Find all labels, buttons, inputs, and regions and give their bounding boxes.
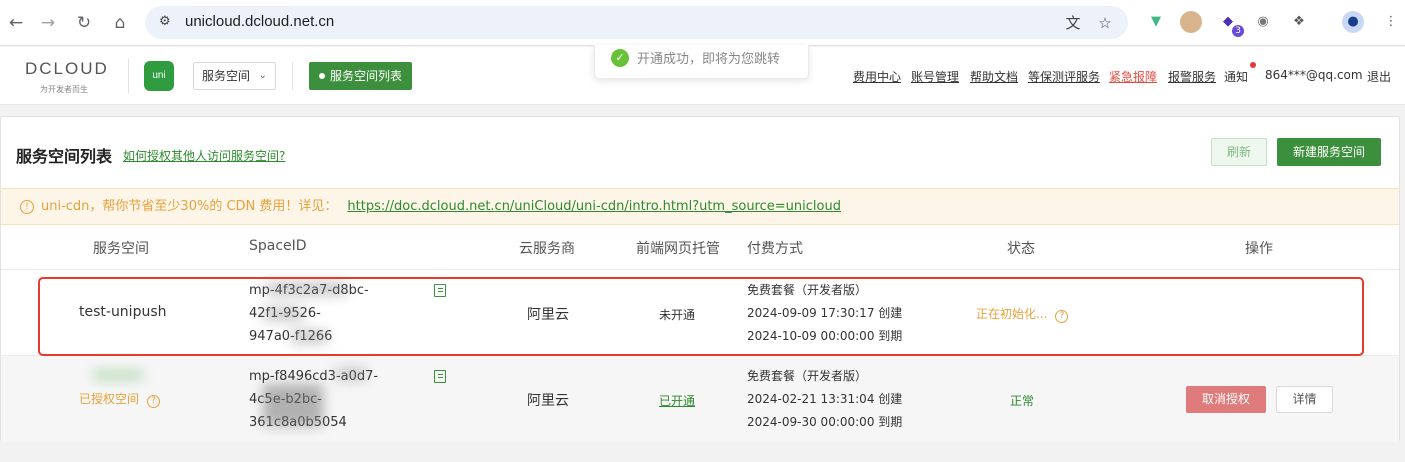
cdn-notice-banner: ! uni-cdn，帮你节省至少30%的 CDN 费用！详见： https://d… <box>1 188 1399 225</box>
logout-link[interactable]: 退出 <box>1367 68 1391 85</box>
redaction-blur <box>93 370 143 380</box>
col-header-provider: 云服务商 <box>519 241 575 257</box>
details-button[interactable]: 详情 <box>1276 386 1333 413</box>
extensions-puzzle-icon[interactable]: ❖ <box>1288 11 1310 33</box>
notice-doc-link[interactable]: https://doc.dcloud.net.cn/uniCloud/uni-c… <box>347 199 841 214</box>
header-divider <box>128 59 129 93</box>
redaction-blur <box>336 368 366 380</box>
service-space-select-label: 服务空间 <box>202 69 251 83</box>
avatar-extension-icon[interactable] <box>1180 11 1202 33</box>
billing-info: 免费套餐（开发者版） 2024-02-21 13:31:04 创建 2024-0… <box>747 369 903 429</box>
notify-link[interactable]: 通知 <box>1224 68 1248 85</box>
authorize-help-link[interactable]: 如何授权其他人访问服务空间? <box>123 147 285 164</box>
profile-icon[interactable]: ● <box>1342 11 1364 33</box>
unicloud-logo-icon[interactable]: uni <box>144 61 174 91</box>
check-circle-icon: ✓ <box>611 49 629 67</box>
site-info-icon[interactable]: ⚙ <box>159 14 175 30</box>
back-icon[interactable]: ← <box>4 11 28 35</box>
col-header-actions: 操作 <box>1245 241 1273 257</box>
notice-text: uni-cdn，帮你节省至少30%的 CDN 费用！详见： <box>41 199 338 214</box>
redaction-blur <box>263 384 323 426</box>
table-row: 已授权空间? mp-f8496cd3-a0d7- 4c5e-b2bc- 361c… <box>1 355 1399 442</box>
col-header-space: 服务空间 <box>93 241 149 257</box>
nav-security-assessment-link[interactable]: 等保测评服务 <box>1028 68 1100 85</box>
success-toast: ✓ 开通成功，即将为您跳转 <box>594 45 809 79</box>
col-header-status: 状态 <box>1007 241 1035 257</box>
copy-icon[interactable] <box>434 370 446 383</box>
reload-icon[interactable]: ↻ <box>72 11 96 35</box>
service-space-list-nav[interactable]: 服务空间列表 <box>309 62 412 90</box>
logo-tagline: 为开发者而生 <box>40 85 88 94</box>
nav-billing-link[interactable]: 费用中心 <box>853 68 901 85</box>
col-header-billing: 付费方式 <box>747 241 803 257</box>
chevron-down-icon: ⌄ <box>258 70 267 81</box>
header-divider <box>292 62 293 90</box>
col-header-spaceid: SpaceID <box>249 238 307 254</box>
question-icon[interactable]: ? <box>147 395 161 408</box>
notify-badge <box>1250 62 1256 68</box>
active-dot-icon <box>318 73 325 79</box>
toast-message: 开通成功，即将为您跳转 <box>637 52 781 67</box>
hosting-link[interactable]: 已开通 <box>659 392 695 409</box>
info-icon: ! <box>20 200 34 214</box>
cancel-authorization-button[interactable]: 取消授权 <box>1186 386 1266 413</box>
forward-icon[interactable]: → <box>36 11 60 35</box>
refresh-button[interactable]: 刷新 <box>1211 138 1267 166</box>
status-badge: 正常 <box>1010 394 1035 408</box>
page-title: 服务空间列表 <box>16 147 113 166</box>
address-bar[interactable]: ⚙ unicloud.dcloud.net.cn 文 ☆ <box>145 6 1128 39</box>
authorized-space-label: 已授权空间? <box>79 390 161 408</box>
nav-account-link[interactable]: 账号管理 <box>911 68 959 85</box>
account-email[interactable]: 864***@qq.com <box>1265 68 1363 82</box>
translate-icon[interactable]: 文 <box>1063 13 1083 33</box>
vue-devtools-icon[interactable]: ▼ <box>1145 11 1167 33</box>
provider: 阿里云 <box>527 393 569 409</box>
browser-toolbar: ← → ↻ ⌂ ⚙ unicloud.dcloud.net.cn 文 ☆ ▼ ◆… <box>0 0 1405 46</box>
bookmark-star-icon[interactable]: ☆ <box>1095 13 1115 33</box>
service-space-select[interactable]: 服务空间 ⌄ <box>193 62 276 90</box>
create-space-button[interactable]: 新建服务空间 <box>1277 138 1381 166</box>
highlight-annotation <box>38 277 1364 356</box>
camera-icon[interactable]: ◉ <box>1252 11 1274 33</box>
nav-alert-link[interactable]: 报警服务 <box>1168 68 1216 85</box>
menu-kebab-icon[interactable]: ⋮ <box>1380 11 1402 33</box>
col-header-hosting: 前端网页托管 <box>636 241 720 257</box>
dcloud-logo[interactable]: DCLOUD <box>25 59 109 79</box>
extension-icon[interactable]: ◆ 3 <box>1217 11 1244 37</box>
nav-emergency-link[interactable]: 紧急报障 <box>1109 68 1157 85</box>
home-icon[interactable]: ⌂ <box>108 11 132 35</box>
app-header: DCLOUD 为开发者而生 uni 服务空间 ⌄ 服务空间列表 ✓ 开通成功，即… <box>0 45 1405 105</box>
address-url: unicloud.dcloud.net.cn <box>185 13 335 30</box>
nav-docs-link[interactable]: 帮助文档 <box>970 68 1018 85</box>
